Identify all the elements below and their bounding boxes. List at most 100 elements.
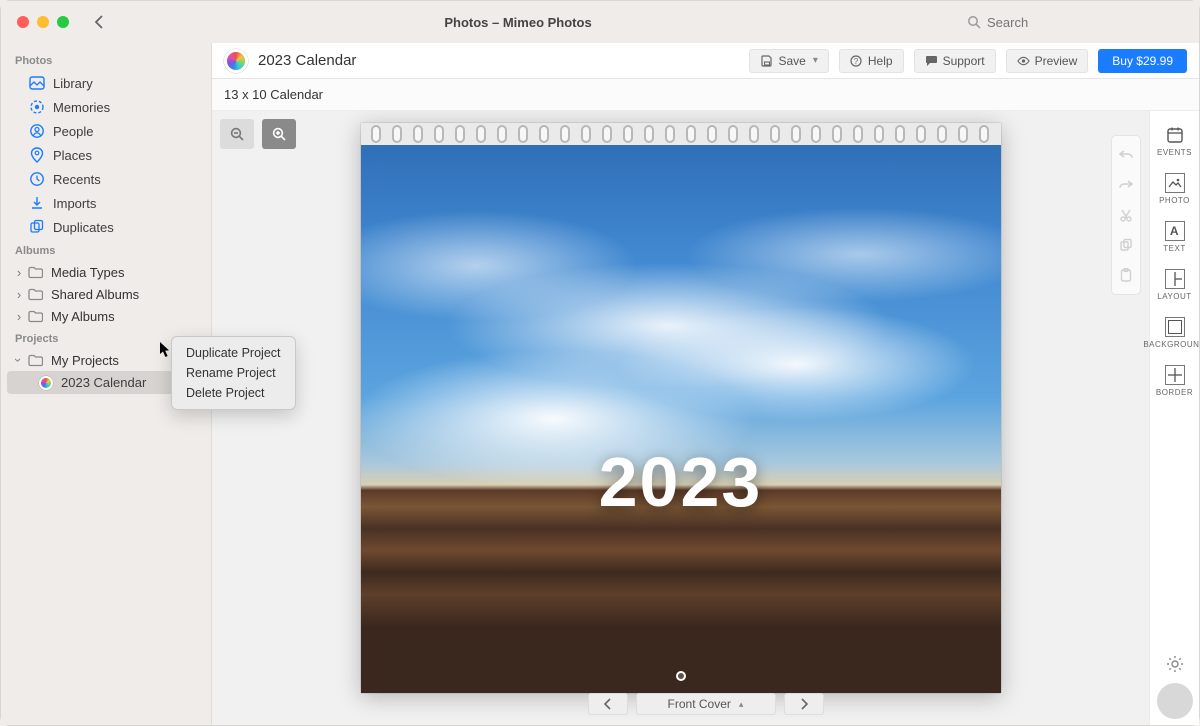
buy-button[interactable]: Buy $29.99 (1098, 49, 1187, 73)
calendar-cover[interactable]: 2023 (361, 123, 1001, 693)
search-input[interactable] (987, 15, 1157, 30)
chevron-right-icon: › (15, 268, 23, 276)
zoom-out-button[interactable] (220, 119, 254, 149)
memories-icon (29, 99, 45, 115)
sidebar-item-label: Duplicates (53, 220, 114, 235)
page-navigator: Front Cover ▴ (588, 693, 824, 715)
folder-icon (27, 308, 43, 324)
cover-photo[interactable] (361, 145, 1001, 693)
context-item-duplicate-project[interactable]: Duplicate Project (172, 343, 295, 363)
settings-button[interactable] (1166, 655, 1184, 673)
account-avatar[interactable] (1157, 683, 1193, 719)
sidebar-item-shared-albums[interactable]: › Shared Albums (1, 283, 211, 305)
photo-icon (1165, 173, 1185, 193)
cut-button[interactable] (1117, 206, 1135, 224)
cover-year-text[interactable]: 2023 (361, 442, 1001, 522)
help-button[interactable]: ? Help (839, 49, 904, 73)
tool-events[interactable]: Events (1153, 119, 1197, 163)
copy-button[interactable] (1117, 236, 1135, 254)
folder-icon (27, 352, 43, 368)
spiral-binding (361, 123, 1001, 145)
people-icon (29, 123, 45, 139)
sidebar-item-label: My Albums (51, 309, 115, 324)
sidebar-item-places[interactable]: Places (1, 143, 211, 167)
sidebar-item-my-albums[interactable]: › My Albums (1, 305, 211, 327)
sidebar-item-label: 2023 Calendar (61, 375, 146, 390)
sidebar-heading-photos: Photos (1, 49, 211, 71)
canvas[interactable]: 2023 (212, 111, 1149, 725)
sidebar-item-media-types[interactable]: › Media Types (1, 261, 211, 283)
page-indicator (676, 671, 686, 681)
context-item-rename-project[interactable]: Rename Project (172, 363, 295, 383)
chevron-left-icon (94, 14, 104, 30)
close-window[interactable] (17, 16, 29, 28)
sidebar-item-library[interactable]: Library (1, 71, 211, 95)
places-icon (29, 147, 45, 163)
sidebar-item-label: Imports (53, 196, 96, 211)
background-icon (1165, 317, 1185, 337)
tool-border[interactable]: Border (1153, 359, 1197, 403)
mimeo-icon (39, 376, 53, 390)
paste-button[interactable] (1117, 266, 1135, 284)
next-page-button[interactable] (784, 693, 824, 715)
help-icon: ? (850, 54, 863, 67)
titlebar: Photos – Mimeo Photos (1, 1, 1199, 43)
prev-page-button[interactable] (588, 693, 628, 715)
download-icon (29, 195, 45, 211)
back-button[interactable] (89, 12, 109, 32)
save-icon (760, 54, 773, 67)
sidebar-item-duplicates[interactable]: Duplicates (1, 215, 211, 239)
zoom-controls (220, 119, 296, 149)
sidebar-item-recents[interactable]: Recents (1, 167, 211, 191)
edit-tool-column (1111, 135, 1141, 295)
support-button[interactable]: Support (914, 49, 996, 73)
sidebar-item-label: Recents (53, 172, 101, 187)
sidebar-item-imports[interactable]: Imports (1, 191, 211, 215)
window-title: Photos – Mimeo Photos (444, 15, 591, 30)
tool-background[interactable]: Background (1153, 311, 1197, 355)
gear-icon (1166, 655, 1184, 673)
sidebar-item-label: Media Types (51, 265, 124, 280)
clock-icon (29, 171, 45, 187)
folder-icon (27, 286, 43, 302)
duplicates-icon (29, 219, 45, 235)
window-controls (13, 16, 69, 28)
minimize-window[interactable] (37, 16, 49, 28)
sidebar-item-label: Shared Albums (51, 287, 139, 302)
search-icon (967, 15, 981, 29)
save-button[interactable]: Save (749, 49, 828, 73)
sidebar-item-memories[interactable]: Memories (1, 95, 211, 119)
redo-button[interactable] (1117, 176, 1135, 194)
tool-photo[interactable]: Photo (1153, 167, 1197, 211)
sidebar-item-people[interactable]: People (1, 119, 211, 143)
chevron-right-icon: › (15, 312, 23, 320)
project-toolbar: 2023 Calendar Save ? Help Support Previe… (212, 43, 1199, 79)
context-item-delete-project[interactable]: Delete Project (172, 383, 295, 403)
sidebar-item-label: Library (53, 76, 93, 91)
project-title: 2023 Calendar (258, 52, 356, 69)
main-area: 2023 Calendar Save ? Help Support Previe… (211, 43, 1199, 725)
undo-button[interactable] (1117, 146, 1135, 164)
zoom-window[interactable] (57, 16, 69, 28)
preview-button[interactable]: Preview (1006, 49, 1089, 73)
tool-text[interactable]: A Text (1153, 215, 1197, 259)
text-icon: A (1165, 221, 1185, 241)
sidebar-item-label: Memories (53, 100, 110, 115)
zoom-in-icon (271, 126, 287, 142)
project-subtitle: 13 x 10 Calendar (212, 79, 1199, 111)
cursor-icon (160, 342, 172, 358)
calendar-icon (1165, 125, 1185, 145)
chevron-right-icon: › (15, 290, 23, 298)
eye-icon (1017, 54, 1030, 67)
chevron-right-icon (800, 698, 808, 710)
folder-icon (27, 264, 43, 280)
page-selector[interactable]: Front Cover ▴ (636, 693, 776, 715)
chat-icon (925, 54, 938, 67)
right-tool-panel: Events Photo A Text Layout Background Bo… (1149, 111, 1199, 725)
chevron-left-icon (604, 698, 612, 710)
sidebar-heading-albums: Albums (1, 239, 211, 261)
zoom-in-button[interactable] (262, 119, 296, 149)
search-field[interactable] (967, 15, 1187, 30)
editor-stage: 2023 Events Photo A Text (212, 111, 1199, 725)
tool-layout[interactable]: Layout (1153, 263, 1197, 307)
